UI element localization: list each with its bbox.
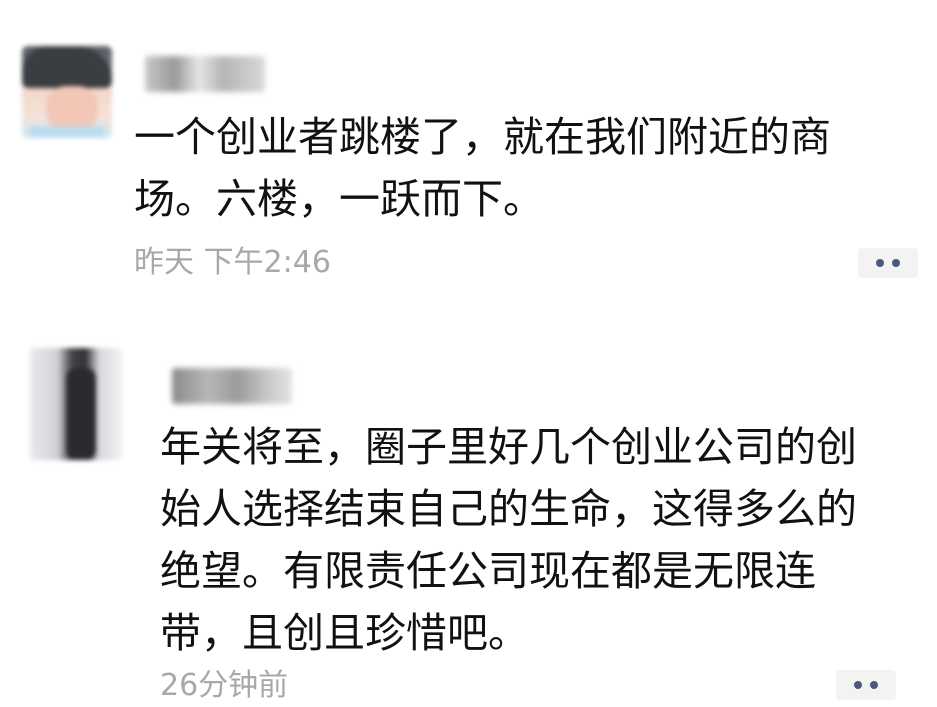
avatar-figure: [66, 368, 96, 460]
comment-item: 年关将至，圈子里好几个创业公司的创 始人选择结束自己的生命，这得多么的 绝望。有…: [0, 330, 937, 707]
avatar[interactable]: [30, 348, 122, 460]
avatar-face: [46, 86, 98, 130]
more-dots-icon: [876, 259, 884, 267]
comment-timestamp: 26分钟前: [160, 668, 289, 703]
blurred-nickname[interactable]: [172, 368, 292, 404]
blurred-nickname[interactable]: [145, 56, 265, 92]
avatar-hair: [22, 46, 112, 88]
comment-feed: 一个创业者跳楼了，就在我们附近的商 场。六楼，一跃而下。 昨天 下午2:46 年…: [0, 0, 937, 707]
more-dots-icon: [892, 259, 900, 267]
more-options-button[interactable]: [836, 670, 896, 700]
comment-item: 一个创业者跳楼了，就在我们附近的商 场。六楼，一跃而下。 昨天 下午2:46: [0, 0, 937, 330]
avatar[interactable]: [22, 46, 112, 138]
more-dots-icon: [870, 681, 878, 689]
more-options-button[interactable]: [858, 248, 918, 278]
comment-timestamp: 昨天 下午2:46: [134, 245, 331, 280]
comment-text: 一个创业者跳楼了，就在我们附近的商 场。六楼，一跃而下。: [134, 113, 831, 223]
avatar-collar: [30, 126, 104, 138]
comment-text: 年关将至，圈子里好几个创业公司的创 始人选择结束自己的生命，这得多么的 绝望。有…: [160, 423, 857, 657]
more-dots-icon: [854, 681, 862, 689]
